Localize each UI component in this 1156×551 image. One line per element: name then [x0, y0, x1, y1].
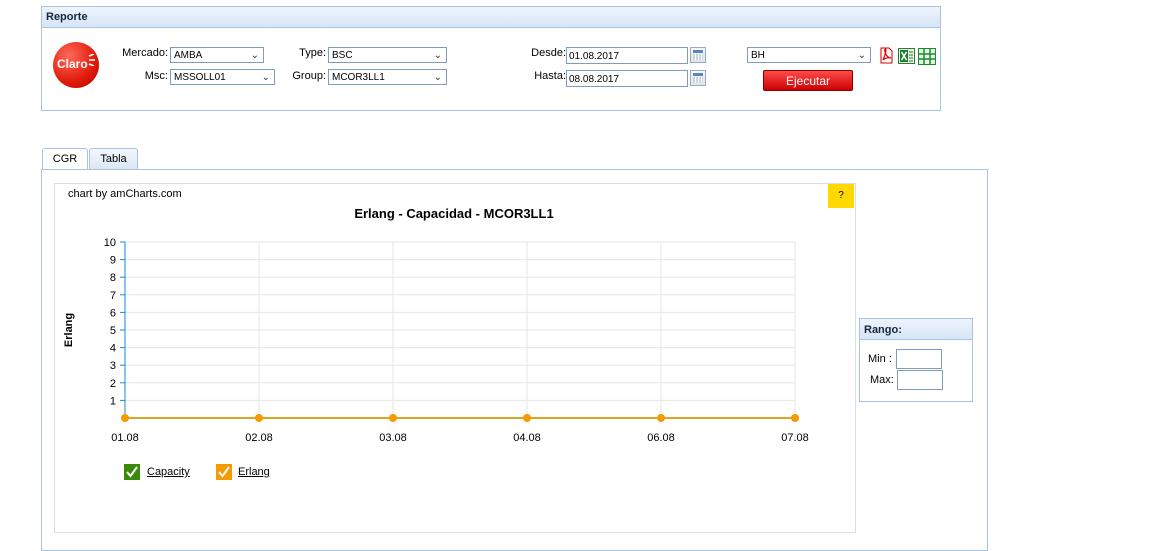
legend-erlang-checkbox[interactable]	[216, 464, 232, 480]
hasta-date-input[interactable]: 08.08.2017	[566, 70, 688, 87]
report-header: Reporte	[42, 7, 940, 28]
legend-capacity-label[interactable]: Capacity	[147, 466, 190, 478]
claro-logo-rays	[88, 54, 95, 66]
desde-date-input[interactable]: 01.08.2017	[566, 47, 688, 64]
range-panel: Rango: Min : Max:	[859, 318, 973, 402]
grid-export-icon[interactable]	[918, 48, 936, 65]
check-icon	[218, 466, 230, 478]
chart-container	[54, 183, 856, 533]
hasta-label: Hasta:	[534, 70, 566, 82]
report-panel: Reporte Claro Mercado: AMBA ⌄ Msc: MSSOL…	[41, 6, 941, 111]
chart-title: Erlang - Capacidad - MCOR3LL1	[354, 206, 554, 221]
range-header: Rango:	[860, 319, 972, 340]
group-select[interactable]: MCOR3LL1 ⌄	[328, 69, 447, 85]
tab-tabla[interactable]: Tabla	[89, 148, 138, 169]
chevron-down-icon: ⌄	[433, 72, 442, 83]
msc-select[interactable]: MSSOLL01 ⌄	[170, 69, 275, 85]
check-icon	[126, 466, 138, 478]
type-select[interactable]: BSC ⌄	[328, 47, 447, 63]
claro-logo: Claro	[53, 42, 99, 88]
chevron-down-icon: ⌄	[261, 72, 270, 83]
help-button[interactable]: ?	[828, 184, 854, 208]
group-label: Group:	[292, 70, 326, 82]
mercado-label: Mercado:	[122, 47, 168, 59]
chevron-down-icon: ⌄	[857, 50, 866, 61]
period-select[interactable]: BH ⌄	[747, 47, 871, 63]
range-title: Rango:	[864, 324, 902, 336]
pdf-export-icon[interactable]	[878, 47, 894, 64]
excel-export-icon[interactable]	[898, 48, 915, 64]
msc-label: Msc:	[144, 70, 168, 82]
range-max-input[interactable]	[897, 370, 943, 390]
hasta-calendar-icon[interactable]	[690, 70, 706, 86]
range-min-input[interactable]	[896, 349, 942, 369]
tab-cgr[interactable]: CGR	[42, 148, 88, 169]
legend-capacity-checkbox[interactable]	[124, 464, 140, 480]
legend-erlang-label[interactable]: Erlang	[238, 466, 270, 478]
mercado-select[interactable]: AMBA ⌄	[170, 47, 264, 63]
range-max-label: Max:	[870, 374, 894, 386]
chevron-down-icon: ⌄	[250, 50, 259, 61]
run-button[interactable]: Ejecutar	[763, 70, 853, 91]
chevron-down-icon: ⌄	[433, 50, 442, 61]
report-title: Reporte	[46, 11, 88, 23]
chart-credit[interactable]: chart by amCharts.com	[68, 188, 182, 200]
range-min-label: Min :	[868, 353, 892, 365]
type-label: Type:	[299, 47, 326, 59]
desde-label: Desde:	[531, 47, 566, 59]
desde-calendar-icon[interactable]	[690, 47, 706, 63]
